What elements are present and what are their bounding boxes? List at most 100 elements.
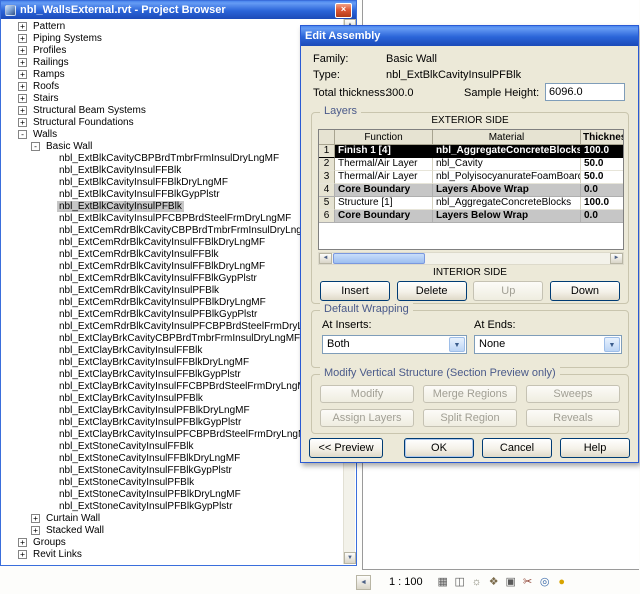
tree-item[interactable]: nbl_ExtClayBrkCavityInsulPFCBPBrdSteelFr… xyxy=(2,429,345,441)
expand-icon[interactable]: + xyxy=(18,34,27,43)
collapse-icon[interactable]: - xyxy=(31,142,40,151)
expand-icon[interactable]: + xyxy=(31,514,40,523)
scroll-left-icon[interactable]: ◄ xyxy=(319,253,332,264)
tree-item[interactable]: nbl_ExtStoneCavityInsulFFBlk xyxy=(2,441,345,453)
scroll-down-icon[interactable]: ▼ xyxy=(344,552,356,564)
tree-item-label[interactable]: Ramps xyxy=(31,69,67,80)
tree-item[interactable]: nbl_ExtClayBrkCavityInsulPFBlkDryLngMF xyxy=(2,405,345,417)
tree-item-label[interactable]: nbl_ExtClayBrkCavityCBPBrdTmbrFrmInsulDr… xyxy=(57,333,302,344)
temporary-hide-isolate-icon[interactable]: ◎ xyxy=(537,574,553,590)
tree-item[interactable]: nbl_ExtCemRdrBlkCavityInsulFFBlkDryLngMF xyxy=(2,261,345,273)
layer-row[interactable]: 3 Thermal/Air Layer nbl_PolyisocyanurateFo… xyxy=(319,171,623,184)
layer-row[interactable]: 4 Core Boundary Layers Above Wrap 0.0 xyxy=(319,184,623,197)
layer-cell[interactable]: 5 xyxy=(319,197,335,210)
detail-level-icon[interactable]: ▦ xyxy=(435,574,451,590)
layer-cell[interactable]: Thermal/Air Layer xyxy=(335,171,433,184)
tree-item-label[interactable]: nbl_ExtCemRdrBlkCavityInsulFFBlkGypPlstr xyxy=(57,273,259,284)
layer-cell[interactable]: 0.0 xyxy=(581,210,623,223)
tree-item-label[interactable]: Revit Links xyxy=(31,549,84,560)
tree-item-label[interactable]: nbl_ExtClayBrkCavityInsulPFBlk xyxy=(57,393,205,404)
tree-item[interactable]: nbl_ExtBlkCavityInsulPFBlk xyxy=(2,201,345,213)
layer-row[interactable]: 5 Structure [1] nbl_AggregateConcreteBlock… xyxy=(319,197,623,210)
tree-item-label[interactable]: nbl_ExtClayBrkCavityInsulFFCBPBrdSteelFr… xyxy=(57,381,314,392)
layer-cell[interactable]: Core Boundary xyxy=(335,184,433,197)
chevron-down-icon[interactable]: ▼ xyxy=(604,337,620,352)
tree-item-label[interactable]: nbl_ExtStoneCavityInsulPFBlk xyxy=(57,477,196,488)
tree-item-label[interactable]: nbl_ExtStoneCavityInsulPFBlkGypPlstr xyxy=(57,501,234,512)
tree-item[interactable]: + Railings xyxy=(2,57,345,69)
tree-item[interactable]: nbl_ExtStoneCavityInsulFFBlkGypPlstr xyxy=(2,465,345,477)
tree-item-label[interactable]: nbl_ExtCemRdrBlkCavityInsulPFCBPBrdSteel… xyxy=(57,321,331,332)
tree-item[interactable]: + Curtain Wall xyxy=(2,513,345,525)
layer-row[interactable]: 1 Finish 1 [4] nbl_AggregateConcreteBlocks… xyxy=(319,145,623,158)
tree-item[interactable]: nbl_ExtClayBrkCavityInsulFFBlk xyxy=(2,345,345,357)
tree-item-label[interactable]: nbl_ExtStoneCavityInsulFFBlk xyxy=(57,441,196,452)
tree-item[interactable]: nbl_ExtClayBrkCavityInsulFFBlkGypPlstr xyxy=(2,369,345,381)
expand-icon[interactable]: + xyxy=(18,118,27,127)
tree-item-label[interactable]: nbl_ExtClayBrkCavityInsulPFBlkGypPlstr xyxy=(57,417,243,428)
layer-cell[interactable]: 3 xyxy=(319,171,335,184)
tree-item-label[interactable]: nbl_ExtBlkCavityCBPBrdTmbrFrmInsulDryLng… xyxy=(57,153,281,164)
expand-icon[interactable]: + xyxy=(18,22,27,31)
tree-item-label[interactable]: nbl_ExtBlkCavityInsulPFCBPBrdSteelFrmDry… xyxy=(57,213,293,224)
tree-item[interactable]: nbl_ExtClayBrkCavityInsulFFBlkDryLngMF xyxy=(2,357,345,369)
tree-item-label[interactable]: nbl_ExtBlkCavityInsulFFBlkDryLngMF xyxy=(57,177,230,188)
expand-icon[interactable]: + xyxy=(18,46,27,55)
layers-horizontal-scrollbar[interactable]: ◄ ► xyxy=(318,252,624,265)
layer-cell[interactable]: nbl_AggregateConcreteBlocks xyxy=(433,145,581,158)
tree-item[interactable]: + Stacked Wall xyxy=(2,525,345,537)
layer-cell[interactable]: 50.0 xyxy=(581,171,623,184)
tree-item[interactable]: nbl_ExtCemRdrBlkCavityInsulPFBlkDryLngMF xyxy=(2,297,345,309)
tree-item-label[interactable]: nbl_ExtClayBrkCavityInsulPFCBPBrdSteelFr… xyxy=(57,429,314,440)
tree-item-label[interactable]: nbl_ExtCemRdrBlkCavityInsulFFBlkDryLngMF xyxy=(57,261,267,272)
layer-cell[interactable]: nbl_Cavity xyxy=(433,158,581,171)
tree-item[interactable]: nbl_ExtBlkCavityInsulFFBlk xyxy=(2,165,345,177)
tree-item-label[interactable]: Stairs xyxy=(31,93,61,104)
tree-item[interactable]: nbl_ExtCemRdrBlkCavityInsulFFBlkGypPlstr xyxy=(2,273,345,285)
tree-item-label[interactable]: Profiles xyxy=(31,45,68,56)
tree-item[interactable]: nbl_ExtCemRdrBlkCavityInsulPFBlk xyxy=(2,285,345,297)
expand-icon[interactable]: + xyxy=(18,538,27,547)
layer-cell[interactable]: Structure [1] xyxy=(335,197,433,210)
layer-cell[interactable]: nbl_PolyisocyanurateFoamBoards xyxy=(433,171,581,184)
layer-cell[interactable]: 2 xyxy=(319,158,335,171)
expand-icon[interactable]: + xyxy=(18,58,27,67)
tree-item[interactable]: - Basic Wall xyxy=(2,141,345,153)
layer-cell[interactable]: nbl_AggregateConcreteBlocks xyxy=(433,197,581,210)
tree-item-label[interactable]: Basic Wall xyxy=(44,141,94,152)
tree-item-label[interactable]: Walls xyxy=(31,129,59,140)
layer-cell[interactable]: 4 xyxy=(319,184,335,197)
collapse-icon[interactable]: - xyxy=(18,130,27,139)
tree-item-label[interactable]: nbl_ExtStoneCavityInsulPFBlkDryLngMF xyxy=(57,489,243,500)
tree-item[interactable]: nbl_ExtBlkCavityCBPBrdTmbrFrmInsulDryLng… xyxy=(2,153,345,165)
tree-item[interactable]: nbl_ExtCemRdrBlkCavityCBPBrdTmbrFrmInsul… xyxy=(2,225,345,237)
tree-item-label[interactable]: nbl_ExtStoneCavityInsulFFBlkDryLngMF xyxy=(57,453,242,464)
expand-icon[interactable]: + xyxy=(18,94,27,103)
tree-item[interactable]: nbl_ExtStoneCavityInsulPFBlkGypPlstr xyxy=(2,501,345,513)
expand-icon[interactable]: + xyxy=(31,526,40,535)
tree-item[interactable]: nbl_ExtStoneCavityInsulPFBlkDryLngMF xyxy=(2,489,345,501)
layer-cell[interactable]: 100.0 xyxy=(581,197,623,210)
layer-cell[interactable]: Finish 1 [4] xyxy=(335,145,433,158)
tree-item-label[interactable]: Groups xyxy=(31,537,68,548)
layer-row[interactable]: 6 Core Boundary Layers Below Wrap 0.0 xyxy=(319,210,623,223)
tree-item-label[interactable]: Structural Foundations xyxy=(31,117,136,128)
close-icon[interactable]: × xyxy=(335,2,352,18)
expand-icon[interactable]: + xyxy=(18,82,27,91)
tree-item-label[interactable]: nbl_ExtCemRdrBlkCavityInsulFFBlkDryLngMF xyxy=(57,237,267,248)
canvas-scroll-left-icon[interactable]: ◄ xyxy=(356,574,371,590)
tree-item[interactable]: + Ramps xyxy=(2,69,345,81)
layer-cell[interactable]: 0.0 xyxy=(581,184,623,197)
tree-item[interactable]: nbl_ExtCemRdrBlkCavityInsulFFBlkDryLngMF xyxy=(2,237,345,249)
expand-icon[interactable]: + xyxy=(18,106,27,115)
ok-button[interactable]: OK xyxy=(404,438,474,458)
tree-item-label[interactable]: nbl_ExtCemRdrBlkCavityInsulPFBlkDryLngMF xyxy=(57,297,268,308)
tree-item[interactable]: nbl_ExtClayBrkCavityInsulPFBlk xyxy=(2,393,345,405)
reveal-hidden-elements-icon[interactable]: ● xyxy=(554,574,570,590)
tree-item[interactable]: + Groups xyxy=(2,537,345,549)
tree-item[interactable]: + Profiles xyxy=(2,45,345,57)
help-button[interactable]: Help xyxy=(560,438,630,458)
tree-item-label[interactable]: nbl_ExtClayBrkCavityInsulFFBlkGypPlstr xyxy=(57,369,243,380)
layer-row[interactable]: 2 Thermal/Air Layer nbl_Cavity 50.0 xyxy=(319,158,623,171)
tree-item-label[interactable]: Stacked Wall xyxy=(44,525,106,536)
